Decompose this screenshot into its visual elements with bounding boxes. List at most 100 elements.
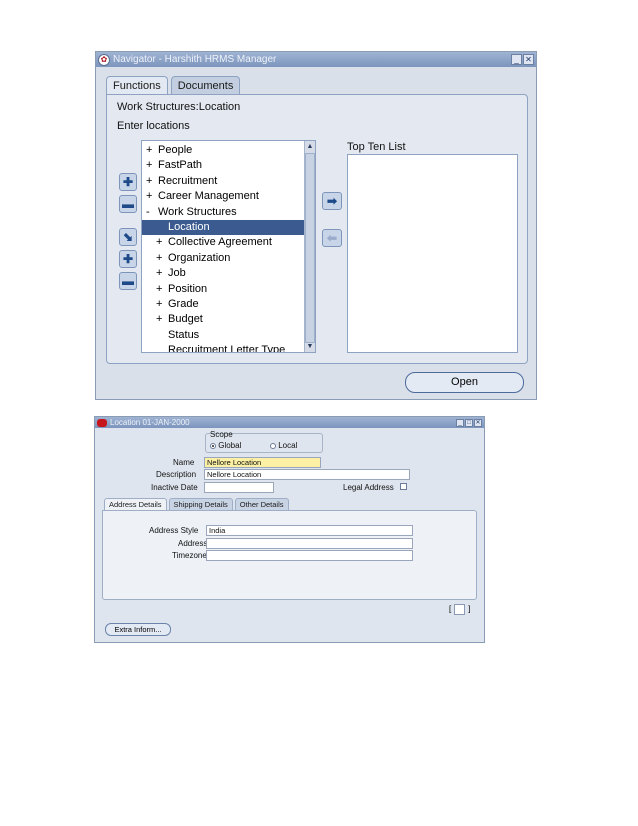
minimize-icon[interactable]: _ — [456, 418, 464, 427]
expand-all-icon: ✚ — [122, 252, 134, 266]
collapse-all-icon: ▬ — [122, 274, 134, 288]
tree-item-label: Recruitment — [158, 174, 218, 187]
tab-functions[interactable]: Functions — [106, 76, 168, 95]
address-style-field[interactable]: India — [206, 525, 413, 536]
expand-node-icon: + — [146, 190, 153, 203]
tree-item[interactable]: + Job — [142, 266, 305, 281]
tree-item[interactable]: + Career Management — [142, 189, 305, 204]
tree-item-label: Grade — [168, 298, 199, 310]
tree-item-label: Budget — [168, 313, 203, 326]
tab-address-details[interactable]: Address Details — [104, 498, 167, 510]
scope-label: Scope — [210, 430, 233, 439]
expand-node-icon: + — [156, 298, 163, 310]
tree-item[interactable]: + Grade — [142, 297, 305, 312]
bracket-right: ] — [468, 604, 471, 614]
tree-item-label: Collective Agreement — [168, 236, 272, 249]
navigator-title: Navigator - Harshith HRMS Manager — [113, 54, 277, 65]
close-icon[interactable]: ✕ — [523, 54, 534, 65]
inactive-date-field[interactable] — [204, 482, 274, 493]
scope-global-label: Global — [218, 441, 242, 450]
tree-item-label: Location — [168, 221, 210, 233]
add-to-top-ten-button[interactable]: ➡ — [322, 192, 342, 210]
top-ten-list[interactable] — [347, 154, 518, 353]
open-button[interactable]: Open — [405, 372, 524, 393]
name-field[interactable]: Nellore Location — [204, 457, 321, 468]
timezone-field[interactable] — [206, 550, 413, 561]
radio-local[interactable] — [270, 442, 276, 449]
expand-node-icon: + — [156, 251, 163, 264]
scope-local-option[interactable]: Local — [270, 441, 297, 450]
flexfield-box[interactable] — [454, 604, 466, 615]
location-window: Location 01-JAN-2000 _ □ ✕ Scope Global … — [94, 416, 485, 643]
scope-global-option[interactable]: Global — [210, 441, 241, 450]
tab-documents[interactable]: Documents — [170, 76, 241, 94]
tree-item-label: Job — [168, 267, 186, 280]
expand-all-button[interactable]: ✚ — [119, 250, 137, 268]
scroll-thumb[interactable] — [305, 153, 315, 343]
top-ten-label: Top Ten List — [347, 141, 406, 153]
location-titlebar[interactable]: Location 01-JAN-2000 _ □ ✕ — [95, 417, 484, 428]
plus-icon: ✚ — [122, 175, 134, 189]
arrow-left-icon: ⬅ — [326, 231, 338, 245]
tree-item-label: Career Management — [158, 190, 259, 203]
tab-shipping-details[interactable]: Shipping Details — [168, 498, 233, 510]
expand-node-icon: + — [156, 313, 163, 326]
name-label: Name — [173, 458, 195, 467]
close-icon[interactable]: ✕ — [474, 418, 482, 427]
tree-item[interactable]: + Recruitment — [142, 174, 305, 189]
tree-item[interactable]: Location — [142, 220, 305, 235]
expand-node-icon: + — [146, 159, 153, 172]
tree-item-label: Work Structures — [158, 205, 237, 218]
scope-local-label: Local — [278, 441, 298, 450]
radio-global[interactable] — [210, 442, 216, 449]
collapse-all-button[interactable]: ▬ — [119, 272, 137, 290]
minus-icon: ▬ — [122, 197, 134, 211]
tab-other-details[interactable]: Other Details — [234, 498, 289, 510]
tree-item[interactable]: - Work Structures — [142, 205, 305, 220]
minimize-icon[interactable]: _ — [511, 54, 522, 65]
expand-branch-button[interactable]: ⬊ — [119, 228, 137, 246]
remove-from-top-ten-button[interactable]: ⬅ — [322, 229, 342, 247]
expand-node-icon: + — [156, 282, 163, 295]
expand-node-icon: + — [146, 174, 153, 187]
expand-node-icon: + — [156, 267, 163, 280]
scroll-up-icon[interactable]: ▲ — [305, 141, 315, 152]
navigator-window: ✿ Navigator - Harshith HRMS Manager _ ✕ … — [95, 51, 537, 400]
bracket-left: [ — [449, 604, 452, 614]
address-style-label: Address Style — [149, 526, 199, 535]
description-field[interactable]: Nellore Location — [204, 469, 410, 480]
tree-item[interactable]: + People — [142, 143, 305, 158]
maximize-icon[interactable]: □ — [465, 418, 473, 427]
tree-item[interactable]: Status — [142, 328, 305, 343]
tree-item[interactable]: + Budget — [142, 312, 305, 327]
tree-item[interactable]: + Organization — [142, 251, 305, 266]
descriptive-flexfield[interactable]: [] — [449, 604, 470, 615]
scroll-down-icon[interactable]: ▼ — [305, 341, 315, 352]
expand-node-icon: + — [146, 144, 153, 156]
collapse-button[interactable]: ▬ — [119, 195, 137, 213]
collapse-node-icon: - — [146, 205, 150, 218]
legal-address-label: Legal Address — [343, 483, 394, 492]
expand-branch-icon: ⬊ — [122, 230, 134, 244]
tree-item[interactable]: Recruitment Letter Type — [142, 343, 305, 353]
expand-button[interactable]: ✚ — [119, 173, 137, 191]
tree-item[interactable]: + FastPath — [142, 158, 305, 173]
tree-item-label: People — [158, 144, 193, 156]
tree-item[interactable]: + Collective Agreement — [142, 235, 305, 250]
navigator-titlebar[interactable]: ✿ Navigator - Harshith HRMS Manager _ ✕ — [96, 52, 536, 67]
description-label: Description — [156, 470, 197, 479]
tree-item-label: Recruitment Letter Type — [168, 344, 286, 353]
tree-scrollbar[interactable]: ▲ ▼ — [304, 141, 315, 352]
address-details-panel: Address Style India Address Timezone — [102, 510, 477, 600]
breadcrumb: Work Structures:Location — [117, 101, 241, 113]
functions-tree[interactable]: + People + FastPath + Recruitment + Career Mana… — [141, 140, 316, 353]
address-field[interactable] — [206, 538, 413, 549]
functions-panel: Work Structures:Location Enter locations… — [106, 94, 528, 364]
arrow-right-icon: ➡ — [326, 194, 338, 208]
oracle-app-icon: ✿ — [98, 53, 110, 66]
legal-address-checkbox[interactable] — [400, 483, 407, 490]
open-button-label: Open — [451, 376, 478, 388]
extra-information-button[interactable]: Extra Inform... — [105, 623, 171, 636]
tree-item[interactable]: + Position — [142, 282, 305, 297]
expand-node-icon: + — [156, 236, 163, 249]
